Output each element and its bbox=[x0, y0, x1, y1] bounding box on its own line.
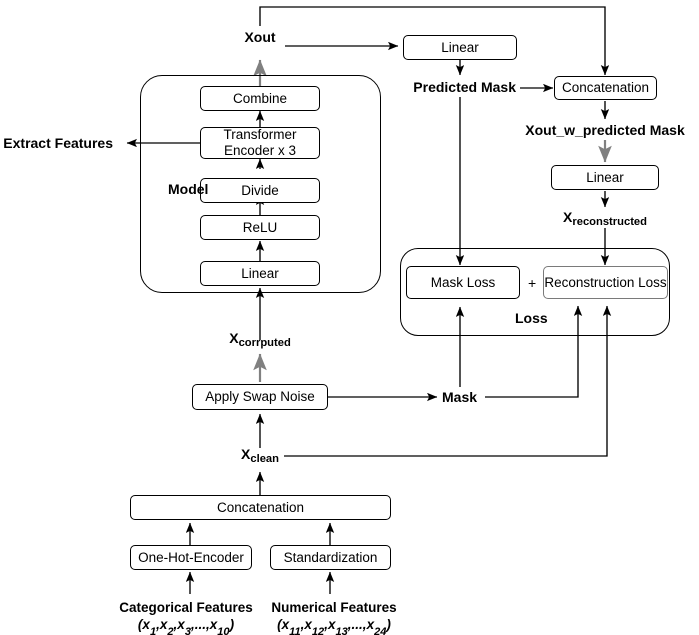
num-close: ) bbox=[386, 616, 391, 632]
node-linear-mask-head[interactable]: Linear bbox=[403, 35, 517, 60]
node-transformer-encoder-line1: Transformer bbox=[223, 127, 297, 143]
cat-v1-sub: 1 bbox=[149, 625, 157, 635]
numerical-features-title: Numerical Features bbox=[271, 600, 397, 615]
cat-v3: x bbox=[177, 616, 185, 632]
node-linear-model[interactable]: Linear bbox=[200, 261, 320, 286]
label-x-clean-base: X bbox=[241, 446, 251, 462]
cat-vlast-sub: 10 bbox=[217, 625, 230, 635]
cat-v3-sub: 3 bbox=[184, 625, 191, 635]
diagram-canvas: Combine Transformer Encoder x 3 Divide R… bbox=[0, 0, 699, 635]
node-reconstruction-loss[interactable]: Reconstruction Loss bbox=[543, 266, 668, 299]
label-x-corrputed: Xcorrputed bbox=[229, 330, 291, 349]
num-vlast-sub: 24 bbox=[374, 625, 387, 635]
loss-container-label: Loss bbox=[515, 310, 548, 326]
label-xout: Xout bbox=[244, 29, 276, 45]
label-x-reconstructed-base: X bbox=[563, 209, 573, 225]
model-container-label: Model bbox=[168, 181, 209, 197]
num-v3: x bbox=[327, 616, 336, 632]
node-transformer-encoder[interactable]: Transformer Encoder x 3 bbox=[200, 127, 320, 159]
label-x-reconstructed-sub: reconstructed bbox=[572, 216, 647, 228]
node-standardization[interactable]: Standardization bbox=[270, 545, 391, 570]
label-x-clean-sub: clean bbox=[250, 453, 279, 465]
cat-close: ) bbox=[229, 616, 235, 632]
loss-plus-sign: + bbox=[528, 275, 537, 291]
node-apply-swap-noise[interactable]: Apply Swap Noise bbox=[192, 384, 328, 410]
node-mask-loss[interactable]: Mask Loss bbox=[406, 266, 520, 299]
cat-ellipsis: ,..., bbox=[190, 616, 210, 632]
label-categorical-features: Categorical Features (x1,x2,x3,...,x10) bbox=[119, 600, 253, 635]
label-x-reconstructed: Xreconstructed bbox=[563, 209, 647, 228]
node-one-hot-encoder[interactable]: One-Hot-Encoder bbox=[130, 545, 252, 570]
label-x-corrputed-sub: corrputed bbox=[238, 337, 291, 349]
num-v2: x bbox=[304, 616, 312, 632]
cat-v1: x bbox=[142, 616, 150, 632]
label-predicted-mask: Predicted Mask bbox=[413, 79, 516, 95]
node-relu[interactable]: ReLU bbox=[200, 215, 320, 240]
label-x-corrputed-base: X bbox=[229, 330, 239, 346]
node-concatenation-top[interactable]: Concatenation bbox=[554, 76, 657, 100]
node-concatenation-bottom[interactable]: Concatenation bbox=[130, 495, 391, 520]
cat-vlast: x bbox=[209, 616, 218, 632]
node-linear-reconstruction[interactable]: Linear bbox=[551, 165, 659, 190]
numerical-features-formula: (x11,x12,x13,...,x24) bbox=[271, 617, 396, 635]
num-v1: x bbox=[281, 616, 290, 632]
label-xout-w-predicted-mask: Xout_w_predicted Mask bbox=[525, 122, 685, 138]
label-mask: Mask bbox=[442, 389, 478, 405]
num-v2-sub: 12 bbox=[311, 625, 325, 635]
num-v1-sub: 11 bbox=[289, 625, 301, 635]
num-vlast: x bbox=[366, 616, 375, 632]
categorical-features-formula: (x1,x2,x3,...,x10) bbox=[119, 617, 253, 635]
label-extract-features: Extract Features bbox=[3, 135, 113, 151]
num-v3-sub: 13 bbox=[335, 625, 348, 635]
node-divide[interactable]: Divide bbox=[200, 178, 320, 203]
cat-v2-sub: 2 bbox=[167, 625, 174, 635]
label-x-clean: Xclean bbox=[241, 446, 279, 465]
node-combine[interactable]: Combine bbox=[200, 86, 320, 111]
categorical-features-title: Categorical Features bbox=[119, 600, 253, 615]
node-transformer-encoder-line2: Encoder x 3 bbox=[223, 143, 297, 158]
num-ellipsis: ,..., bbox=[347, 616, 367, 632]
label-numerical-features: Numerical Features (x11,x12,x13,...,x24) bbox=[271, 600, 396, 635]
